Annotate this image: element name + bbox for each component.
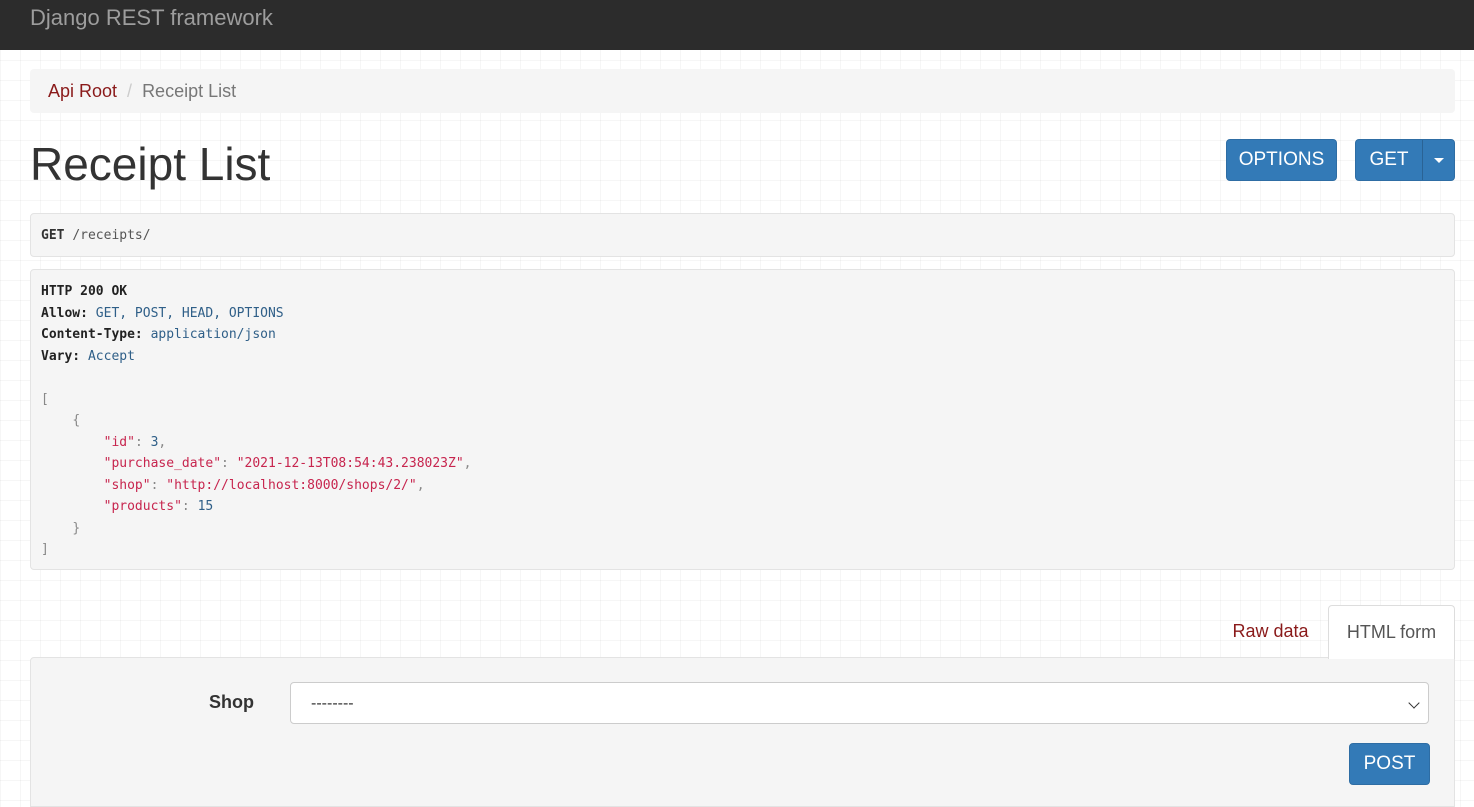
json-brace: { [72,413,81,428]
get-format-dropdown[interactable] [1423,140,1454,180]
tab-html-form[interactable]: HTML form [1328,605,1455,659]
json-bracket: ] [41,542,49,557]
shop-select[interactable]: -------- [290,682,1429,724]
json-bracket: [ [41,391,49,407]
json-key: "id" [103,434,135,450]
json-key: "products" [103,499,182,514]
options-button[interactable]: OPTIONS [1226,139,1337,181]
breadcrumb-api-root[interactable]: Api Root [48,81,117,101]
page-title: Receipt List [30,138,271,190]
brand-link[interactable]: Django REST framework [30,5,273,31]
shop-label: Shop [209,692,254,712]
header-value: application/json [150,327,276,342]
navbar: Django REST framework [0,0,1474,50]
json-value: "2021-12-13T08:54:43.238023Z" [236,456,464,471]
header-name: Allow: [41,305,88,321]
request-path: /receipts/ [72,228,151,243]
get-button-group: GET [1355,139,1455,181]
header-value: Accept [87,348,135,364]
request-info: GET /receipts/ [30,213,1455,257]
tab-raw-data[interactable]: Raw data [1214,605,1327,658]
caret-down-icon [1433,157,1444,163]
json-key: "shop" [103,477,151,493]
response-status: HTTP 200 OK [41,284,128,299]
post-form [30,657,1455,807]
json-value: 15 [197,499,214,514]
request-method: GET [41,228,65,243]
breadcrumb-current: Receipt List [142,81,237,101]
breadcrumb-separator: / [127,81,133,101]
breadcrumb: Api Root / Receipt List [30,69,1455,113]
header-name: Vary: [41,348,81,364]
post-button[interactable]: POST [1349,743,1430,785]
json-link[interactable]: "http://localhost:8000/shops/2/" [166,478,416,493]
get-button[interactable]: GET [1356,140,1423,180]
json-key: "purchase_date" [103,456,222,471]
shop-select-value: -------- [311,695,354,712]
header-name: Content-Type: [41,327,143,342]
json-brace: } [72,520,81,536]
header-value: GET, POST, HEAD, OPTIONS [95,305,284,321]
chevron-down-icon [1408,697,1420,709]
response-info: HTTP 200 OK Allow: GET, POST, HEAD, OPTI… [30,269,1455,570]
